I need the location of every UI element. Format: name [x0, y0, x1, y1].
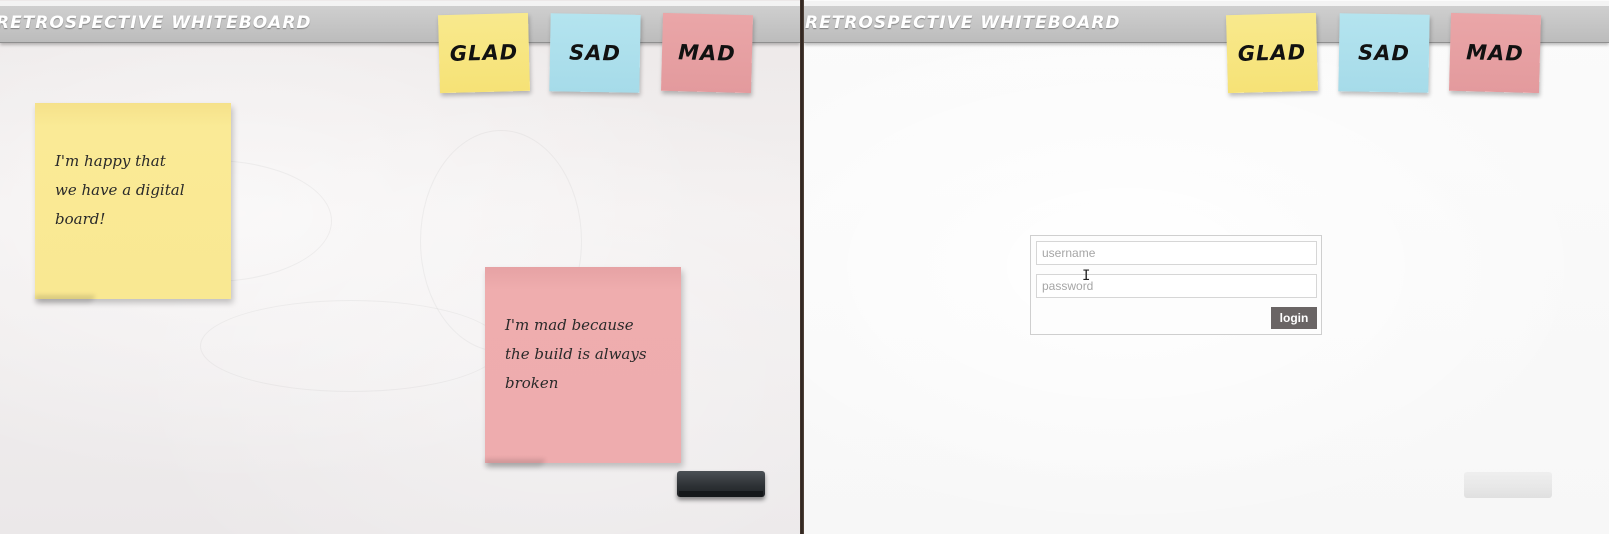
glad-label: GLAD	[449, 40, 519, 66]
eraser-icon[interactable]	[677, 471, 765, 497]
sad-label: SAD	[1357, 40, 1411, 66]
login-button[interactable]: login	[1271, 307, 1317, 329]
mad-stack[interactable]: MAD	[1448, 12, 1542, 94]
sad-label: SAD	[568, 40, 622, 66]
password-input[interactable]	[1036, 274, 1317, 298]
mad-label: MAD	[1465, 40, 1525, 66]
app-title: RETROSPECTIVE WHITEBOARD	[0, 13, 312, 33]
sticky-note-mad[interactable]: I'm mad because the build is always brok…	[485, 267, 681, 467]
mad-label: MAD	[677, 40, 737, 66]
sad-stack[interactable]: SAD	[549, 13, 641, 93]
whiteboard-left[interactable]: RETROSPECTIVE WHITEBOARD GLAD SAD MAD I'…	[0, 0, 800, 534]
eraser-icon[interactable]	[1464, 472, 1552, 498]
glad-stack[interactable]: GLAD	[437, 12, 531, 94]
sticky-note-text[interactable]: I'm happy that we have a digital board!	[55, 147, 217, 234]
sticky-note-glad[interactable]: I'm happy that we have a digital board!	[35, 103, 231, 303]
screen: RETROSPECTIVE WHITEBOARD GLAD SAD MAD I'…	[0, 0, 1609, 534]
app-title: RETROSPECTIVE WHITEBOARD	[805, 13, 1121, 33]
glad-stack[interactable]: GLAD	[1225, 12, 1319, 94]
glad-label: GLAD	[1237, 40, 1307, 66]
username-input[interactable]	[1036, 241, 1317, 265]
login-form: login	[1030, 235, 1322, 335]
sad-stack[interactable]: SAD	[1338, 13, 1430, 93]
sticky-note-text[interactable]: I'm mad because the build is always brok…	[505, 311, 667, 398]
whiteboard-right[interactable]: RETROSPECTIVE WHITEBOARD GLAD SAD MAD lo…	[804, 0, 1609, 534]
mad-stack[interactable]: MAD	[660, 12, 754, 94]
text-cursor-icon: I	[1082, 268, 1091, 284]
